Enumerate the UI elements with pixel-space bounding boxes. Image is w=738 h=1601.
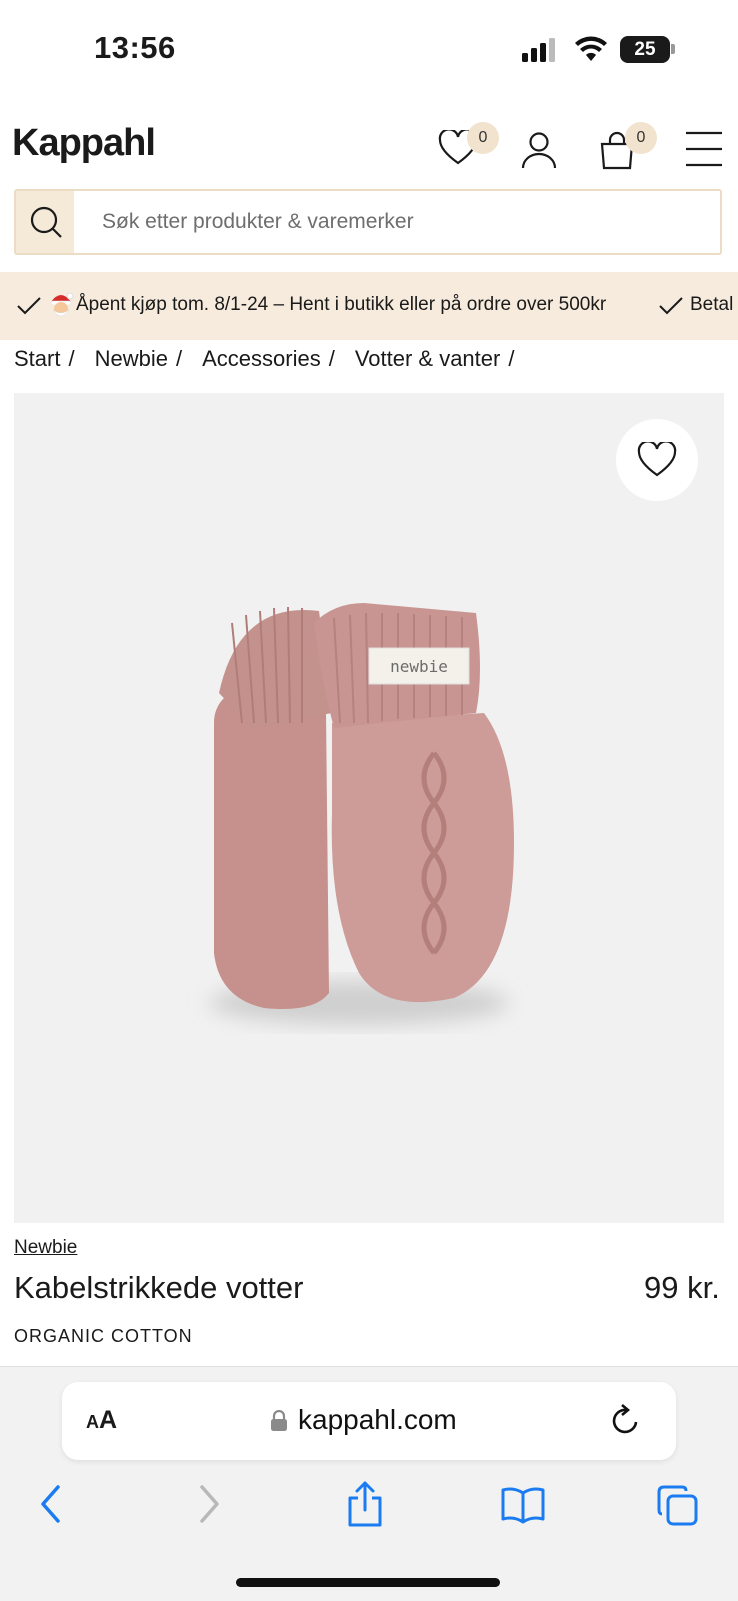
status-bar: 13:56 25 — [0, 0, 738, 100]
battery-level: 25 — [634, 38, 656, 60]
aa-large: A — [99, 1406, 118, 1434]
product-name: Kabelstrikkede votter — [14, 1270, 304, 1305]
product-brand-link[interactable]: Newbie — [14, 1237, 77, 1259]
breadcrumb-newbie[interactable]: Newbie — [95, 346, 168, 372]
cart-count-badge: 0 — [625, 122, 657, 154]
mittens-illustration: newbie — [209, 603, 514, 1025]
breadcrumb-separator: / — [175, 346, 183, 371]
kappahl-logo[interactable]: Kappahl — [12, 122, 156, 165]
wifi-icon — [575, 36, 607, 61]
breadcrumb-votter-vanter[interactable]: Votter & vanter — [355, 346, 501, 372]
promo-text-1: Åpent kjøp tom. 8/1-24 – Hent i butikk e… — [76, 294, 607, 315]
product-tagline: ORGANIC COTTON — [14, 1326, 193, 1346]
breadcrumb-accessories[interactable]: Accessories — [202, 346, 321, 372]
account-icon[interactable] — [520, 130, 558, 170]
reload-icon[interactable] — [610, 1404, 642, 1438]
add-to-favorites-button[interactable] — [616, 419, 698, 501]
product-image[interactable]: newbie — [14, 393, 724, 1223]
menu-icon[interactable] — [684, 130, 724, 168]
search-icon — [30, 206, 62, 238]
signal-icon — [522, 38, 555, 62]
bookmarks-icon[interactable] — [500, 1486, 546, 1524]
search-button[interactable] — [16, 191, 74, 253]
breadcrumb-separator: / — [508, 346, 515, 371]
product-label-text: newbie — [390, 657, 448, 676]
search-input[interactable] — [88, 191, 708, 253]
home-indicator — [236, 1578, 500, 1587]
battery-icon: 25 — [620, 36, 670, 63]
checkmark-icon — [659, 297, 683, 315]
battery-nub — [671, 44, 675, 54]
checkmark-icon — [17, 297, 41, 315]
promo-text-2: Betal s — [690, 294, 738, 315]
santa-emoji-icon — [50, 292, 74, 317]
forward-icon[interactable] — [198, 1484, 222, 1524]
promo-banner: Åpent kjøp tom. 8/1-24 – Hent i butikk e… — [0, 272, 738, 340]
url-text: kappahl.com — [298, 1404, 457, 1435]
back-icon[interactable] — [38, 1484, 62, 1524]
reader-text-size-button[interactable]: AA — [86, 1406, 117, 1435]
breadcrumb-start[interactable]: Start — [14, 346, 60, 372]
product-price: 99 kr. — [644, 1270, 720, 1305]
lock-icon — [271, 1410, 287, 1431]
share-icon[interactable] — [346, 1480, 384, 1528]
status-time: 13:56 — [94, 30, 176, 65]
aa-small: A — [86, 1412, 99, 1432]
breadcrumb-separator: / — [68, 346, 75, 371]
wishlist-count-badge: 0 — [467, 122, 499, 154]
breadcrumb-separator: / — [328, 346, 335, 371]
address-bar[interactable]: AA kappahl.com — [62, 1382, 676, 1460]
breadcrumb: Start / Newbie / Accessories / Votter & … — [14, 346, 534, 372]
search-bar — [14, 189, 722, 255]
heart-icon — [637, 442, 677, 477]
tabs-icon[interactable] — [656, 1484, 700, 1528]
